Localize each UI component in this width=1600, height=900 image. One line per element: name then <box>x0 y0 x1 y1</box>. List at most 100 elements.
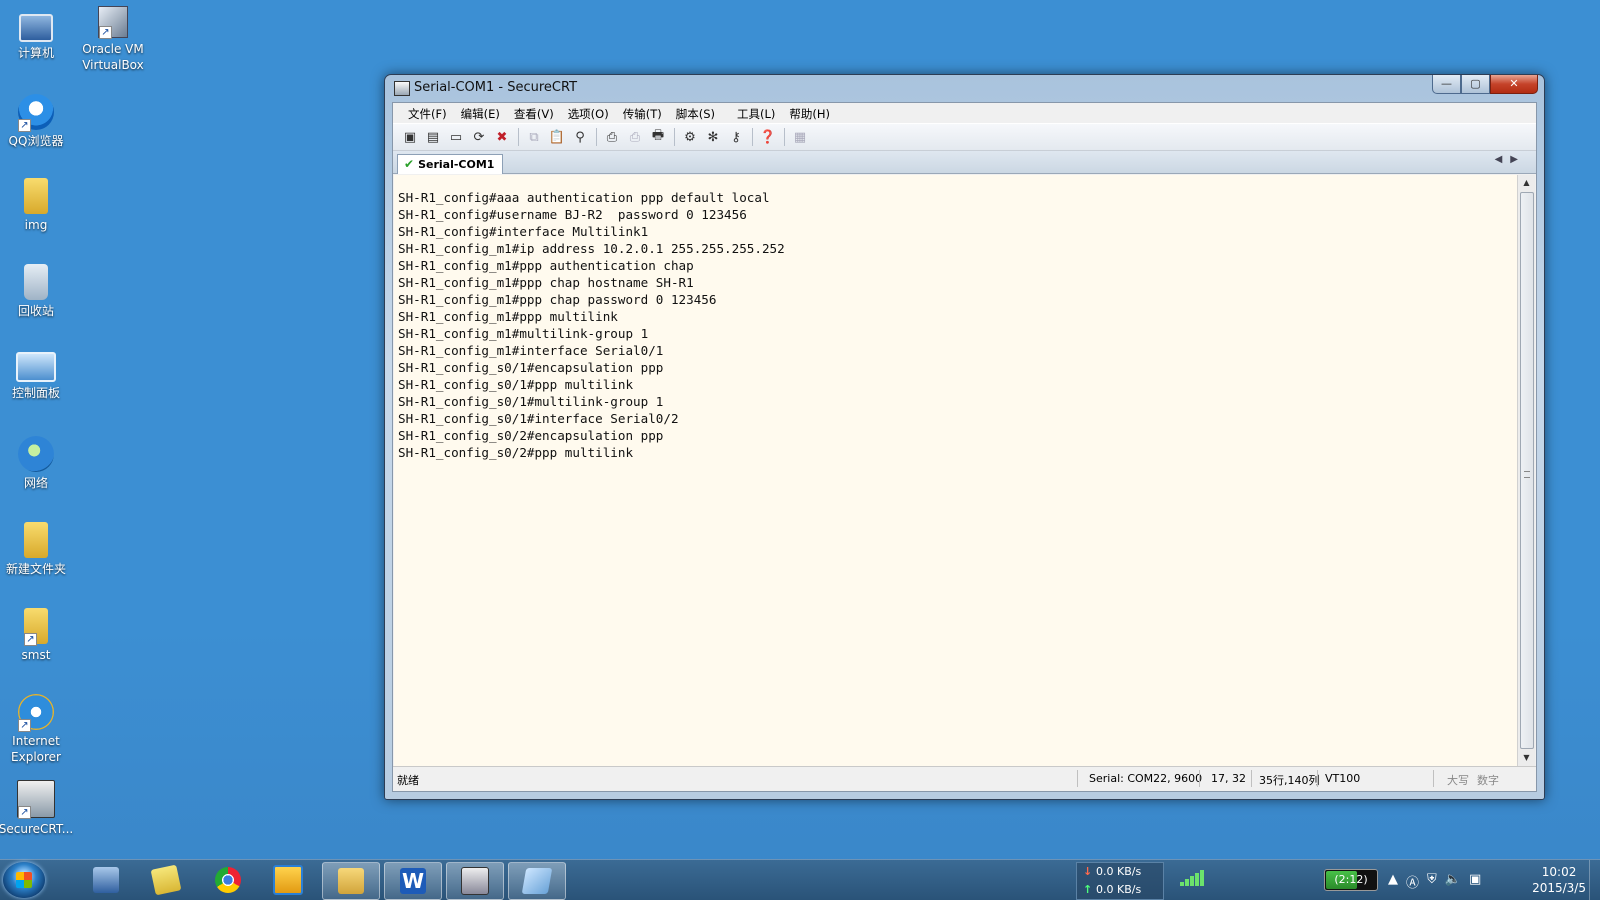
scroll-up-arrow-icon[interactable]: ▲ <box>1518 175 1535 191</box>
desktop-icon-network[interactable]: 网络 <box>0 436 76 491</box>
menu-tools[interactable]: 工具(L) <box>730 103 782 123</box>
status-divider <box>1251 770 1252 787</box>
find-icon[interactable]: ⚲ <box>571 128 589 146</box>
connect-icon[interactable]: ▣ <box>401 128 419 146</box>
toolbar-divider <box>596 128 597 146</box>
clock-date: 2015/3/5 <box>1532 881 1586 895</box>
signal-strength-icon[interactable] <box>1180 870 1204 886</box>
vertical-scrollbar[interactable]: ▲ ▼ <box>1517 175 1535 766</box>
terminal-line: SH-R1_config_s0/2#ppp multilink <box>398 445 634 460</box>
menu-edit[interactable]: 编辑(E) <box>454 103 507 123</box>
taskbar: W 0.0 KB/s 0.0 KB/s (2:12) ▲ Ⓐ ⛨ 🔈 ▣ 10:… <box>0 859 1600 900</box>
status-divider <box>1077 770 1078 787</box>
tab-scroll-arrows[interactable]: ◀▶ <box>1495 154 1526 165</box>
print-icon[interactable]: 🖶 <box>649 128 667 146</box>
menu-help[interactable]: 帮助(H) <box>782 103 837 123</box>
reconnect-icon[interactable]: ⟳ <box>470 128 488 146</box>
check-icon: ✔ <box>404 157 415 171</box>
toolbar-divider <box>518 128 519 146</box>
notes-icon <box>150 864 182 896</box>
menu-script[interactable]: 脚本(S) <box>669 103 722 123</box>
desktop-icon-img[interactable]: img <box>0 178 76 233</box>
quick-connect-icon[interactable]: ▤ <box>424 128 442 146</box>
windows-logo-icon <box>16 872 32 888</box>
network-icon <box>18 436 54 472</box>
tab-serial-com1[interactable]: ✔ Serial-COM1 <box>397 154 504 174</box>
sftp-icon[interactable]: ▦ <box>791 128 809 146</box>
close-button[interactable]: ✕ <box>1490 75 1538 94</box>
minimize-button[interactable]: — <box>1432 75 1461 94</box>
paste-icon[interactable]: 📋 <box>548 128 566 146</box>
net-speed-meter[interactable]: 0.0 KB/s 0.0 KB/s <box>1076 862 1164 900</box>
terminal-line: SH-R1_config#username BJ-R2 password 0 1… <box>398 207 747 222</box>
desktop-icon-control-panel[interactable]: 控制面板 <box>0 352 76 401</box>
desktop-icon-recycle-bin[interactable]: 回收站 <box>0 264 76 319</box>
window-client: 文件(F) 编辑(E) 查看(V) 选项(O) 传输(T) 脚本(S) 工具(L… <box>392 102 1537 792</box>
desktop-icon-internet-explorer[interactable]: Internet Explorer <box>0 694 76 765</box>
taskbar-explorer[interactable] <box>322 862 380 900</box>
menu-bar: 文件(F) 编辑(E) 查看(V) 选项(O) 传输(T) 脚本(S) 工具(L… <box>393 103 1536 123</box>
desktop-icon-label: Internet Explorer <box>11 734 61 764</box>
taskbar-chrome[interactable] <box>200 862 256 898</box>
terminal-line: SH-R1_config_m1#ppp multilink <box>398 309 618 324</box>
security-shield-icon[interactable]: ⛨ <box>1427 872 1437 891</box>
taskbar-securecrt[interactable] <box>446 862 504 900</box>
print-screen-icon[interactable]: ⎙ <box>603 128 621 146</box>
tray-expand-icon[interactable]: ▲ <box>1388 872 1398 891</box>
volume-icon[interactable]: 🔈 <box>1445 872 1461 891</box>
taskbar-qq-browser[interactable] <box>260 862 316 898</box>
disconnect-icon[interactable]: ✖ <box>493 128 511 146</box>
folder-icon <box>24 522 48 558</box>
connect-tab-icon[interactable]: ▭ <box>447 128 465 146</box>
network-tray-icon[interactable]: ▣ <box>1469 872 1481 891</box>
copy-icon[interactable]: ⧉ <box>525 128 543 146</box>
terminal-line: SH-R1_config_m1#ppp authentication chap <box>398 258 694 273</box>
securecrt-icon <box>17 780 55 819</box>
securecrt-app-icon[interactable] <box>394 81 410 96</box>
menu-file[interactable]: 文件(F) <box>401 103 454 123</box>
global-options-icon[interactable]: ✻ <box>704 128 722 146</box>
scroll-down-arrow-icon[interactable]: ▼ <box>1518 750 1535 766</box>
system-tray: ▲ Ⓐ ⛨ 🔈 ▣ <box>1388 872 1481 891</box>
terminal-line: SH-R1_config_m1#ppp chap password 0 1234… <box>398 292 717 307</box>
help-icon[interactable]: ❓ <box>759 128 777 146</box>
terminal-output[interactable]: SH-R1_config#aaa authentication ppp defa… <box>394 175 1517 766</box>
session-options-icon[interactable]: ⚙ <box>681 128 699 146</box>
terminal-line: SH-R1_config_s0/1#multilink-group 1 <box>398 394 664 409</box>
desktop-icon-computer[interactable]: 计算机 <box>0 8 76 61</box>
desktop-icon-new-folder[interactable]: 新建文件夹 <box>0 522 76 577</box>
taskbar-computer[interactable] <box>78 862 134 898</box>
taskbar-app[interactable] <box>508 862 566 900</box>
print-selection-icon[interactable]: ⎙ <box>626 128 644 146</box>
taskbar-word[interactable]: W <box>384 862 442 900</box>
title-bar[interactable]: Serial-COM1 - SecureCRT — ▢ ✕ <box>385 75 1544 101</box>
status-emulation: VT100 <box>1325 772 1361 785</box>
menu-options[interactable]: 选项(O) <box>561 103 616 123</box>
desktop-icon-qq-browser[interactable]: QQ浏览器 <box>0 94 76 149</box>
start-button[interactable] <box>3 862 45 898</box>
desktop-icon-label: 计算机 <box>17 46 54 60</box>
desktop-icon-securecrt[interactable]: SecureCRT... <box>0 780 76 837</box>
keymap-icon[interactable]: ⚷ <box>727 128 745 146</box>
desktop-icon-label: smst <box>21 648 51 662</box>
virtualbox-icon <box>98 6 128 39</box>
status-divider <box>1199 770 1200 787</box>
desktop-icon-label: img <box>24 218 48 232</box>
maximize-button[interactable]: ▢ <box>1461 75 1490 94</box>
show-desktop-button[interactable] <box>1589 860 1600 900</box>
folder-icon <box>338 868 364 894</box>
desktop-icon-label: 新建文件夹 <box>5 562 66 576</box>
menu-view[interactable]: 查看(V) <box>507 103 561 123</box>
clock[interactable]: 10:02 2015/3/5 <box>1532 864 1586 896</box>
status-divider <box>1433 770 1434 787</box>
menu-transfer[interactable]: 传输(T) <box>616 103 669 123</box>
input-method-icon[interactable]: Ⓐ <box>1406 872 1419 891</box>
terminal-line: SH-R1_config#interface Multilink1 <box>398 224 649 239</box>
desktop-icon-smst[interactable]: smst <box>0 608 76 663</box>
taskbar-notes[interactable] <box>138 862 194 898</box>
scrollbar-thumb[interactable] <box>1520 192 1534 749</box>
desktop-icon-virtualbox[interactable]: Oracle VM VirtualBox <box>73 6 153 73</box>
battery-indicator[interactable]: (2:12) <box>1324 869 1378 891</box>
clock-time: 10:02 <box>1541 865 1577 879</box>
tab-label: Serial-COM1 <box>418 158 495 171</box>
